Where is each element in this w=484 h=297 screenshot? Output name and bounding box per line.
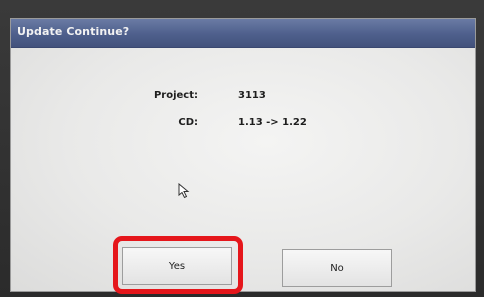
- cd-label: CD:: [178, 117, 198, 128]
- yes-highlight-frame: [113, 236, 243, 294]
- no-button-label: No: [330, 262, 344, 274]
- dialog-titlebar: Update Continue?: [11, 19, 475, 48]
- cd-version-value: 1.13 -> 1.22: [238, 117, 307, 128]
- update-dialog: Update Continue?: [10, 18, 476, 292]
- project-value: 3113: [238, 90, 266, 101]
- dialog-title: Update Continue?: [17, 25, 130, 38]
- mouse-cursor-icon: [178, 183, 190, 199]
- screen: Update Continue? Project: 3113 CD: 1.13 …: [0, 0, 484, 297]
- project-label: Project:: [153, 90, 198, 101]
- no-button[interactable]: No: [282, 249, 392, 287]
